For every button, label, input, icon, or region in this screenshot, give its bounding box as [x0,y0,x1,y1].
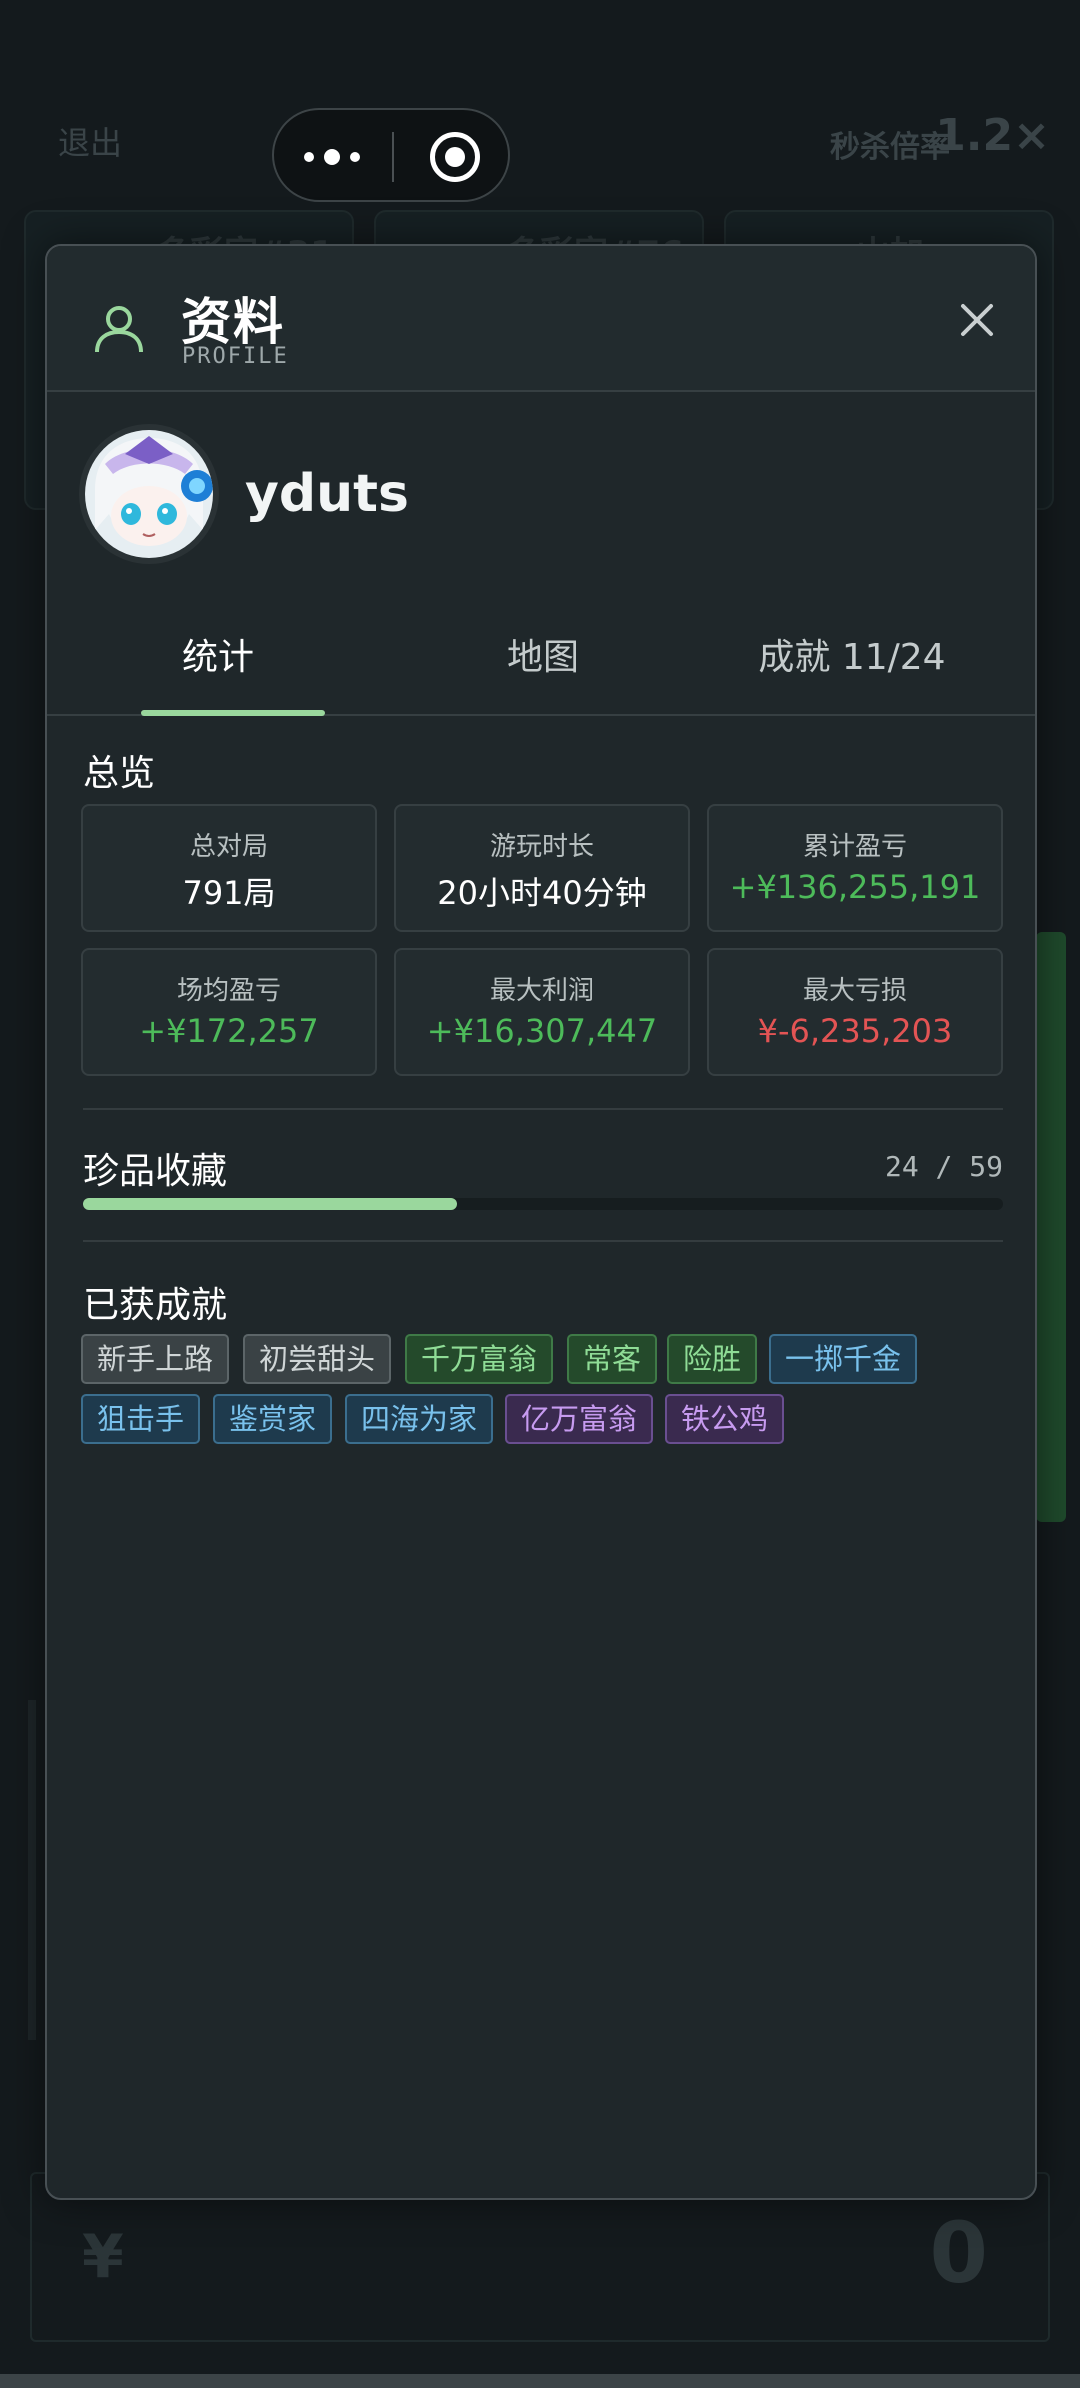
divider [83,1108,1003,1110]
capsule-divider [392,132,394,182]
stat-value: +¥172,257 [139,1012,319,1050]
miniprogram-capsule [272,108,510,202]
achievement-badge: 常客 [567,1334,658,1384]
background-rate-label: 秒杀倍率 [830,130,950,165]
close-icon[interactable] [947,290,1007,350]
more-dot-icon [350,152,360,162]
tab-achievements[interactable]: 成就 11/24 [687,608,1017,716]
stat-card-max-loss: 最大亏损 ¥-6,235,203 [707,948,1003,1076]
profile-modal: 资料 PROFILE yduts 统计 地图 成就 11/24 总览 总对局 7… [45,244,1037,2200]
stat-value: ¥-6,235,203 [757,1012,953,1050]
collection-progress-fill [83,1198,458,1210]
user-icon [95,306,143,353]
stat-value: 791局 [182,874,276,912]
tab-stats[interactable]: 统计 [53,608,383,716]
achievement-badge: 四海为家 [345,1394,494,1444]
background-amount: 0 [929,2204,988,2302]
background-rate-value: 1.2× [935,110,1050,161]
exit-miniprogram-button[interactable] [430,132,480,182]
stat-value: 20小时40分钟 [437,874,647,912]
more-dot-icon [324,149,340,165]
modal-header: 资料 PROFILE [47,246,1035,392]
target-icon [445,147,465,167]
stat-label: 最大利润 [489,976,594,1006]
avatar [79,424,219,564]
achievement-badge: 新手上路 [81,1334,230,1384]
stat-card-total-profit: 累计盈亏 +¥136,255,191 [707,804,1003,932]
background-green-panel [1036,932,1066,1522]
divider [83,1240,1003,1242]
background-topbar: 退出 4/5 秒杀倍率 1.2× [30,108,1050,168]
active-tab-indicator [141,710,325,716]
achievement-badge: 鉴赏家 [213,1394,333,1444]
achievement-badge: 初尝甜头 [243,1334,392,1384]
background-exit-label: 退出 [58,124,123,162]
achievement-badge: 一掷千金 [769,1334,918,1384]
achievement-badge: 千万富翁 [405,1334,554,1384]
modal-subtitle: PROFILE [182,344,289,369]
stat-card-play-time: 游玩时长 20小时40分钟 [394,804,690,932]
stat-card-avg-profit: 场均盈亏 +¥172,257 [81,948,377,1076]
username: yduts [245,464,409,524]
stat-label: 场均盈亏 [176,976,281,1006]
stat-label: 累计盈亏 [802,832,907,862]
stat-label: 总对局 [189,832,268,862]
collection-count: 24 / 59 [884,1150,1003,1183]
stat-value: +¥16,307,447 [426,1012,658,1050]
collection-progress-bar [83,1198,1003,1210]
background-currency: ¥ [82,2222,124,2292]
stat-value: +¥136,255,191 [729,868,981,906]
tab-map[interactable]: 地图 [378,608,708,716]
more-menu-button[interactable] [304,140,366,174]
more-dot-icon [304,152,314,162]
stat-label: 游玩时长 [489,832,594,862]
stat-label: 最大亏损 [802,976,907,1006]
stat-card-total-games: 总对局 791局 [81,804,377,932]
achievement-badge: 险胜 [667,1334,758,1384]
achievement-badge: 狙击手 [81,1394,201,1444]
achievements-title: 已获成就 [83,1285,228,1326]
stat-card-max-profit: 最大利润 +¥16,307,447 [394,948,690,1076]
background-left-strip [28,1700,36,2040]
overview-title: 总览 [83,753,156,794]
collection-title: 珍品收藏 [83,1151,228,1192]
user-info: yduts [47,394,1035,574]
anime-avatar-icon [85,430,213,558]
achievement-badge: 亿万富翁 [505,1394,654,1444]
background-scrollbar [0,2374,1080,2388]
achievement-badge: 铁公鸡 [665,1394,785,1444]
profile-tabs: 统计 地图 成就 11/24 [47,608,1035,716]
